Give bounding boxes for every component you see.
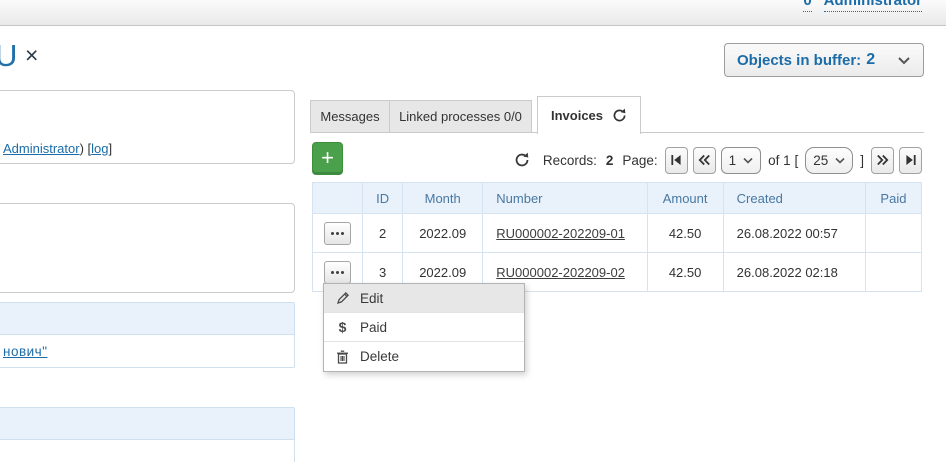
row-actions-button[interactable] bbox=[324, 222, 351, 245]
page-size-select[interactable]: 25 bbox=[805, 147, 853, 174]
last-page-button[interactable] bbox=[899, 147, 922, 174]
pencil-icon bbox=[335, 291, 350, 305]
row-actions-button[interactable] bbox=[324, 261, 351, 284]
cell-number: RU000002-202209-01 bbox=[483, 214, 647, 253]
close-icon[interactable]: × bbox=[25, 44, 38, 67]
page-select-value: 1 bbox=[729, 153, 737, 168]
tab-invoices-label: Invoices bbox=[551, 108, 603, 123]
page-of-text: of 1 [ bbox=[768, 153, 798, 168]
refresh-icon[interactable] bbox=[612, 108, 627, 123]
text-fragment: ] bbox=[109, 141, 113, 156]
panel-person-header bbox=[0, 303, 294, 335]
chevron-down-icon bbox=[835, 157, 845, 164]
next-page-button[interactable] bbox=[871, 147, 894, 174]
user-info-text: Administrator) [log] bbox=[3, 141, 112, 156]
actions-cell bbox=[313, 214, 363, 253]
buffer-label: Objects in buffer: bbox=[737, 52, 861, 69]
refresh-icon[interactable] bbox=[514, 152, 530, 168]
chevron-down-icon bbox=[743, 157, 753, 164]
pager-bar: Records: 2 Page: 1 of 1 [ 25 ] bbox=[312, 146, 922, 174]
first-page-button[interactable] bbox=[665, 147, 688, 174]
cell-month: 2022.09 bbox=[403, 214, 483, 253]
cell-paid bbox=[865, 253, 921, 292]
col-id: ID bbox=[363, 183, 403, 214]
buffer-count: 2 bbox=[866, 51, 875, 69]
text-fragment: ) [ bbox=[80, 141, 92, 156]
ellipsis-icon bbox=[331, 232, 334, 235]
page-title: U bbox=[0, 38, 17, 74]
row-context-menu: Edit $ Paid Delete bbox=[323, 283, 525, 372]
menu-item-label: Delete bbox=[360, 349, 399, 364]
objects-in-buffer-button[interactable]: Objects in buffer: 2 bbox=[724, 43, 924, 77]
records-label: Records: bbox=[543, 153, 597, 168]
notifications-count-link[interactable]: 0 bbox=[803, 0, 811, 12]
cell-created: 26.08.2022 02:18 bbox=[723, 253, 865, 292]
cell-created: 26.08.2022 00:57 bbox=[723, 214, 865, 253]
records-count: 2 bbox=[606, 153, 614, 168]
tab-linked-processes[interactable]: Linked processes 0/0 bbox=[389, 100, 532, 133]
menu-item-paid[interactable]: $ Paid bbox=[324, 313, 524, 342]
col-actions bbox=[313, 183, 363, 214]
chevron-down-icon bbox=[897, 56, 911, 65]
panel-bottom-header bbox=[0, 408, 294, 440]
menu-item-delete[interactable]: Delete bbox=[324, 342, 524, 371]
table-header-row: ID Month Number Amount Created Paid bbox=[313, 183, 922, 214]
page-size-value: 25 bbox=[813, 153, 828, 168]
bracket-close-text: ] bbox=[860, 153, 864, 168]
user-menu-link[interactable]: Administrator bbox=[824, 0, 922, 12]
log-link[interactable]: log bbox=[91, 141, 108, 156]
col-month: Month bbox=[403, 183, 483, 214]
panel-empty bbox=[0, 203, 295, 293]
menu-item-label: Edit bbox=[360, 291, 383, 306]
table-row: 2 2022.09 RU000002-202209-01 42.50 26.08… bbox=[313, 214, 922, 253]
panel-user-info: Administrator) [log] bbox=[0, 90, 295, 164]
tab-messages[interactable]: Messages bbox=[310, 100, 390, 133]
screen: 0 Administrator U × Objects in buffer: 2… bbox=[0, 0, 946, 462]
top-bar: 0 Administrator bbox=[0, 0, 946, 26]
ellipsis-icon bbox=[331, 271, 334, 274]
panel-person: нович" bbox=[0, 302, 295, 368]
col-amount: Amount bbox=[647, 183, 723, 214]
menu-item-label: Paid bbox=[360, 320, 387, 335]
person-link[interactable]: нович" bbox=[3, 344, 48, 359]
page-label: Page: bbox=[622, 153, 657, 168]
invoices-table: ID Month Number Amount Created Paid 2 20… bbox=[312, 182, 922, 292]
page-select[interactable]: 1 bbox=[721, 147, 762, 174]
cell-id: 2 bbox=[363, 214, 403, 253]
invoice-number-link[interactable]: RU000002-202209-02 bbox=[496, 265, 625, 280]
col-paid: Paid bbox=[865, 183, 921, 214]
col-number: Number bbox=[483, 183, 647, 214]
invoice-number-link[interactable]: RU000002-202209-01 bbox=[496, 226, 625, 241]
col-created: Created bbox=[723, 183, 865, 214]
panel-bottom bbox=[0, 407, 295, 462]
topbar-links: 0 Administrator bbox=[803, 0, 922, 12]
cell-paid bbox=[865, 214, 921, 253]
cell-amount: 42.50 bbox=[647, 214, 723, 253]
administrator-link[interactable]: Administrator bbox=[3, 141, 80, 156]
cell-amount: 42.50 bbox=[647, 253, 723, 292]
previous-page-button[interactable] bbox=[693, 147, 716, 174]
trash-icon bbox=[335, 350, 350, 364]
dollar-icon: $ bbox=[335, 319, 350, 335]
tab-invoices[interactable]: Invoices bbox=[537, 96, 641, 134]
menu-item-edit[interactable]: Edit bbox=[324, 284, 524, 313]
